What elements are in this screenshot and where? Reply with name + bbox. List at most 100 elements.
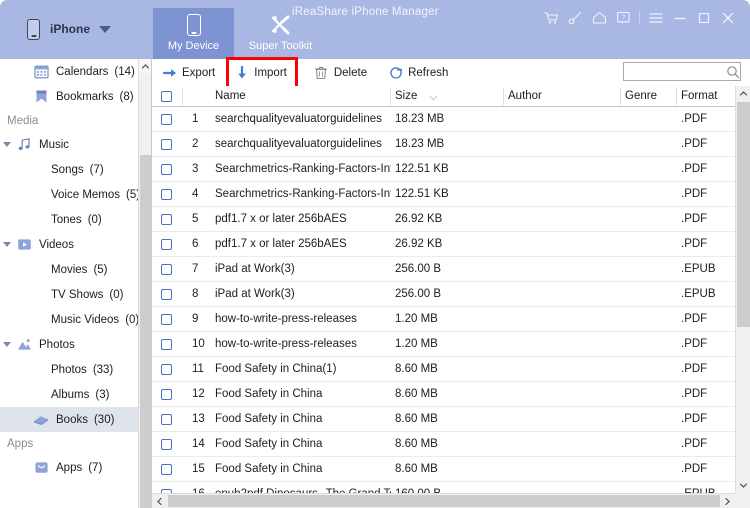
row-checkbox-wrap[interactable] [161, 232, 172, 256]
row-checkbox[interactable] [161, 188, 172, 200]
scroll-down-arrow-icon[interactable] [736, 478, 750, 493]
row-checkbox-wrap[interactable] [161, 257, 172, 281]
close-icon[interactable] [716, 8, 740, 28]
table-row[interactable]: 12 Food Safety in China 8.60 MB .PDF [152, 382, 735, 407]
sidebar-item-books[interactable]: Books (30) [0, 407, 139, 432]
table-row[interactable]: 7 iPad at Work(3) 256.00 B .EPUB [152, 257, 735, 282]
row-checkbox-wrap[interactable] [161, 332, 172, 356]
help-icon[interactable]: ? [611, 8, 635, 28]
refresh-button[interactable]: Refresh [382, 61, 457, 85]
table-row[interactable]: 6 pdf1.7 x or later 256bAES 26.92 KB .PDF [152, 232, 735, 257]
row-checkbox-wrap[interactable] [161, 432, 172, 456]
sidebar-item-bookmarks[interactable]: Bookmarks (8) [0, 84, 139, 109]
row-checkbox[interactable] [161, 438, 172, 450]
delete-button[interactable]: Delete [308, 61, 376, 85]
cart-icon[interactable] [539, 8, 563, 28]
row-checkbox-wrap[interactable] [161, 307, 172, 331]
sidebar-item-music-videos[interactable]: Music Videos (0) [0, 307, 139, 332]
table-row[interactable]: 8 iPad at Work(3) 256.00 B .EPUB [152, 282, 735, 307]
chevron-down-icon[interactable] [99, 25, 112, 33]
row-checkbox[interactable] [161, 238, 172, 250]
row-checkbox[interactable] [161, 288, 172, 300]
minimize-icon[interactable] [668, 8, 692, 28]
table-row[interactable]: 14 Food Safety in China 8.60 MB .PDF [152, 432, 735, 457]
device-selector[interactable]: iPhone [27, 14, 112, 44]
column-divider[interactable] [182, 88, 183, 105]
table-vertical-scrollbar[interactable] [735, 86, 750, 493]
table-row[interactable]: 4 Searchmetrics-Ranking-Factors-Infogr...… [152, 182, 735, 207]
table-row[interactable]: 11 Food Safety in China(1) 8.60 MB .PDF [152, 357, 735, 382]
sidebar-item-calendars[interactable]: Calendars (14) [0, 59, 139, 84]
sidebar-item-tones[interactable]: Tones (0) [0, 207, 139, 232]
search-box[interactable] [623, 62, 741, 81]
hscroll-thumb[interactable] [168, 495, 720, 507]
row-checkbox-wrap[interactable] [161, 482, 172, 493]
row-checkbox[interactable] [161, 263, 172, 275]
tab-super-toolkit[interactable]: Super Toolkit [240, 8, 321, 59]
export-button[interactable]: Export [156, 61, 224, 85]
key-icon[interactable] [563, 8, 587, 28]
row-checkbox[interactable] [161, 113, 172, 125]
tab-my-device[interactable]: My Device [153, 8, 234, 59]
column-header-size[interactable]: Size [395, 86, 417, 106]
scroll-left-arrow-icon[interactable] [152, 494, 167, 508]
row-checkbox-wrap[interactable] [161, 207, 172, 231]
column-header-author[interactable]: Author [508, 86, 542, 106]
sidebar-scrollbar[interactable] [138, 59, 151, 508]
sidebar-item-tv-shows[interactable]: TV Shows (0) [0, 282, 139, 307]
row-checkbox[interactable] [161, 388, 172, 400]
import-button[interactable]: Import [226, 56, 298, 90]
table-horizontal-scrollbar[interactable] [152, 493, 750, 508]
row-checkbox[interactable] [161, 363, 172, 375]
menu-icon[interactable] [644, 8, 668, 28]
chevron-down-icon[interactable] [3, 342, 11, 347]
table-row[interactable]: 16epub2pdf Dinosaurs--The Grand Tour -..… [152, 482, 735, 493]
sidebar-item-videos[interactable]: Videos [0, 232, 139, 257]
scroll-right-arrow-icon[interactable] [720, 494, 735, 508]
row-checkbox[interactable] [161, 338, 172, 350]
row-checkbox[interactable] [161, 163, 172, 175]
row-checkbox[interactable] [161, 213, 172, 225]
sidebar-item-voice-memos[interactable]: Voice Memos (5) [0, 182, 140, 207]
home-icon[interactable] [587, 8, 611, 28]
sidebar-item-movies[interactable]: Movies (5) [0, 257, 139, 282]
table-row[interactable]: 1 searchqualityevaluatorguidelines 18.23 M… [152, 107, 735, 132]
sidebar-item-apps[interactable]: Apps (7) [0, 455, 139, 480]
column-header-name[interactable]: Name [215, 86, 246, 106]
row-checkbox-wrap[interactable] [161, 182, 172, 206]
row-checkbox[interactable] [161, 138, 172, 150]
chevron-down-icon[interactable] [3, 142, 11, 147]
table-row[interactable]: 9 how-to-write-press-releases 1.20 MB .PDF [152, 307, 735, 332]
select-all-checkbox-wrap[interactable] [161, 86, 172, 106]
column-header-genre[interactable]: Genre [625, 86, 657, 106]
column-divider[interactable] [503, 88, 504, 105]
row-checkbox-wrap[interactable] [161, 382, 172, 406]
sidebar-scroll-thumb[interactable] [140, 155, 151, 508]
search-icon[interactable] [726, 65, 740, 79]
table-row[interactable]: 15 Food Safety in China 8.60 MB .PDF [152, 457, 735, 482]
maximize-icon[interactable] [692, 8, 716, 28]
row-checkbox[interactable] [161, 413, 172, 425]
row-checkbox-wrap[interactable] [161, 457, 172, 481]
row-checkbox[interactable] [161, 313, 172, 325]
row-checkbox-wrap[interactable] [161, 407, 172, 431]
row-checkbox[interactable] [161, 463, 172, 475]
column-header-format[interactable]: Format [681, 86, 717, 106]
column-divider[interactable] [676, 88, 677, 105]
table-row[interactable]: 13 Food Safety in China 8.60 MB .PDF [152, 407, 735, 432]
column-divider[interactable] [390, 88, 391, 105]
table-row[interactable]: 2 searchqualityevaluatorguidelines 18.23 M… [152, 132, 735, 157]
row-checkbox-wrap[interactable] [161, 357, 172, 381]
sidebar-item-songs[interactable]: Songs (7) [0, 157, 139, 182]
sidebar-item-music[interactable]: Music [0, 132, 139, 157]
row-checkbox-wrap[interactable] [161, 157, 172, 181]
sidebar-item-photos[interactable]: Photos (33) [0, 357, 139, 382]
table-row[interactable]: 3 Searchmetrics-Ranking-Factors-Infogr...… [152, 157, 735, 182]
row-checkbox-wrap[interactable] [161, 132, 172, 156]
scroll-up-arrow-icon[interactable] [736, 86, 750, 101]
sidebar-item-albums[interactable]: Albums (3) [0, 382, 139, 407]
table-row[interactable]: 5 pdf1.7 x or later 256bAES 26.92 KB .PDF [152, 207, 735, 232]
table-row[interactable]: 10 how-to-write-press-releases 1.20 MB .PDF [152, 332, 735, 357]
column-divider[interactable] [620, 88, 621, 105]
select-all-checkbox[interactable] [161, 90, 172, 102]
